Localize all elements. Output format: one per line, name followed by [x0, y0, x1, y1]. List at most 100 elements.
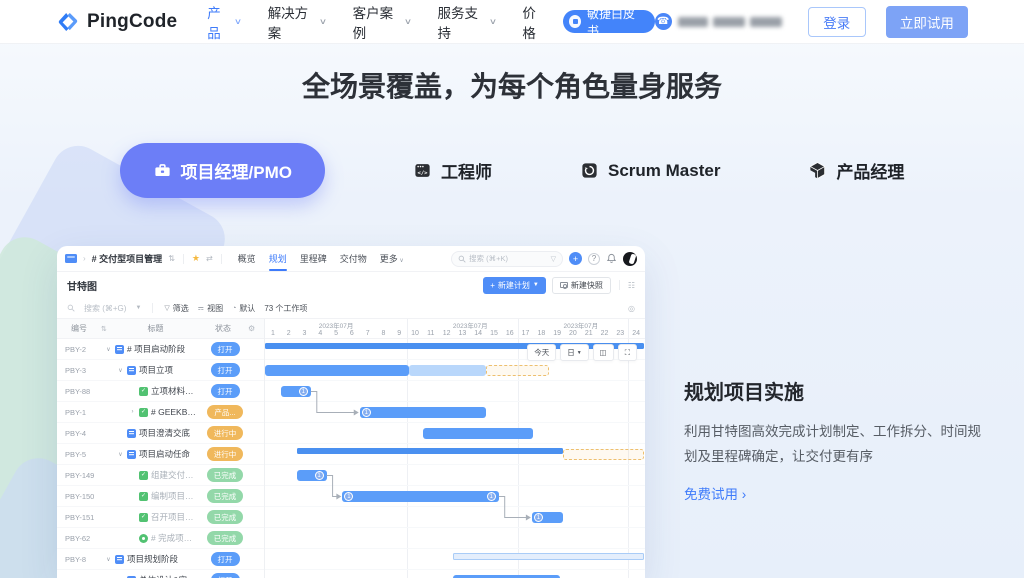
dependency-count-badge[interactable]: 1: [362, 408, 371, 417]
login-button[interactable]: 登录: [808, 7, 866, 37]
status-badge[interactable]: 已完成: [207, 489, 244, 503]
gantt-search-placeholder[interactable]: 搜索 (⌘+G): [84, 303, 126, 314]
tab-product-manager[interactable]: 产品经理: [808, 158, 904, 183]
status-badge[interactable]: 进行中: [207, 447, 244, 461]
breadcrumb-project[interactable]: # 交付型项目管理: [92, 252, 163, 265]
try-now-button[interactable]: 立即试用: [886, 6, 968, 38]
status-badge[interactable]: 已完成: [207, 510, 244, 524]
gantt-bar-light[interactable]: [409, 365, 486, 376]
dependency-count-badge[interactable]: 1: [315, 471, 324, 480]
table-row[interactable]: PBY-5∨项目启动任命进行中: [57, 444, 264, 465]
expand-chevron-icon[interactable]: ∨: [105, 556, 112, 563]
expand-chevron-icon[interactable]: ∨: [117, 451, 124, 458]
table-row[interactable]: PBY-9›总体设计&实施方案（...打开: [57, 570, 264, 578]
dependency-count-badge[interactable]: 1: [299, 387, 308, 396]
switch-project-icon[interactable]: ⇄: [206, 254, 213, 263]
table-row[interactable]: PBY-149组建交付群和工作台已完成: [57, 465, 264, 486]
table-row[interactable]: PBY-62# 完成项目启动阶段...已完成: [57, 528, 264, 549]
nav-item-customer-cases[interactable]: 客户案例∨: [353, 2, 411, 42]
status-badge[interactable]: 已完成: [207, 468, 244, 482]
free-trial-link[interactable]: 免费试用 ›: [684, 483, 746, 503]
dependency-count-badge[interactable]: 1: [487, 492, 496, 501]
default-view-button[interactable]: ◔默认: [232, 303, 255, 314]
work-item-title[interactable]: 召开项目开工会: [151, 511, 200, 523]
status-badge[interactable]: 打开: [211, 573, 240, 578]
nav-item-pricing[interactable]: 价格: [522, 2, 546, 42]
app-tab-overview[interactable]: 概览: [238, 246, 256, 271]
work-item-title[interactable]: 项目立项: [139, 364, 173, 376]
tab-engineer[interactable]: </>工程师: [413, 158, 492, 183]
column-title[interactable]: 标题: [113, 323, 198, 334]
gantt-bar-summary_light[interactable]: [453, 553, 644, 560]
new-snapshot-button[interactable]: 新建快照: [552, 277, 611, 294]
view-button[interactable]: ⚎视图: [198, 303, 223, 314]
lightbulb-icon[interactable]: ◎: [628, 304, 635, 313]
work-item-title[interactable]: # 完成项目启动阶段...: [151, 532, 200, 544]
gear-icon[interactable]: ⚙: [248, 324, 264, 333]
work-item-title[interactable]: 立项材料编辑: [151, 385, 200, 397]
work-item-title[interactable]: 组建交付群和工作台: [151, 469, 200, 481]
work-item-title[interactable]: 项目规划阶段: [127, 553, 178, 565]
app-search-box[interactable]: 搜索 (⌘+K) ▽: [451, 251, 563, 267]
table-row[interactable]: PBY-150编制项目章程已完成: [57, 486, 264, 507]
gantt-bar-solid[interactable]: [265, 365, 409, 376]
notification-bell-icon[interactable]: [606, 253, 617, 264]
today-button[interactable]: 今天: [527, 344, 556, 361]
work-item-title[interactable]: 项目澄清交底: [139, 427, 190, 439]
dependency-count-badge[interactable]: 1: [344, 492, 353, 501]
fullscreen-icon[interactable]: ⛶: [618, 344, 637, 361]
new-plan-button[interactable]: + 新建计划 ▼: [483, 277, 546, 294]
status-badge[interactable]: 进行中: [207, 426, 244, 440]
work-item-title[interactable]: # 项目启动阶段: [127, 343, 185, 355]
table-row[interactable]: PBY-4项目澄清交底进行中: [57, 423, 264, 444]
chevron-down-icon[interactable]: ▼: [135, 305, 141, 311]
zoom-level-button[interactable]: 日▼: [560, 344, 588, 361]
gantt-bar-summary[interactable]: [297, 448, 564, 454]
app-tab-more[interactable]: 更多 ∨: [380, 246, 404, 271]
expand-chevron-icon[interactable]: ›: [129, 409, 136, 415]
column-status[interactable]: 状态: [198, 323, 248, 334]
gantt-bar-solid[interactable]: [423, 428, 534, 439]
gantt-bar-dashed[interactable]: [563, 449, 644, 460]
project-folder-icon[interactable]: [65, 254, 77, 263]
help-icon[interactable]: ?: [588, 253, 600, 265]
filter-button[interactable]: ▽筛选: [164, 303, 188, 314]
app-tab-milestones[interactable]: 里程碑: [300, 246, 327, 271]
status-badge[interactable]: 打开: [211, 384, 240, 398]
list-view-icon[interactable]: ☷: [628, 281, 635, 290]
gantt-bar-solid[interactable]: [360, 407, 486, 418]
status-badge[interactable]: 已完成: [207, 531, 244, 545]
app-tab-planning[interactable]: 规划: [269, 246, 287, 271]
gantt-bar-dashed[interactable]: [486, 365, 549, 376]
tab-pm-pmo[interactable]: 项目经理/PMO: [120, 143, 325, 198]
table-row[interactable]: PBY-2∨# 项目启动阶段打开: [57, 339, 264, 360]
favorite-star-icon[interactable]: ★: [192, 253, 200, 264]
status-badge[interactable]: 打开: [211, 342, 240, 356]
status-badge[interactable]: 产品...: [207, 405, 242, 419]
table-row[interactable]: PBY-8∨项目规划阶段打开: [57, 549, 264, 570]
gantt-bar-solid[interactable]: [342, 491, 498, 502]
nav-item-support[interactable]: 服务支持∨: [438, 2, 496, 42]
status-badge[interactable]: 打开: [211, 363, 240, 377]
expand-chevron-icon[interactable]: ∨: [105, 346, 112, 353]
work-item-title[interactable]: 项目启动任命: [139, 448, 190, 460]
status-badge[interactable]: 打开: [211, 552, 240, 566]
user-avatar[interactable]: [623, 252, 637, 266]
work-item-title[interactable]: # GEEKBOOKS 极...: [151, 406, 200, 418]
brand-logo[interactable]: PingCode: [56, 10, 177, 34]
work-item-title[interactable]: 编制项目章程: [151, 490, 200, 502]
nav-item-solutions[interactable]: 解决方案∨: [268, 2, 326, 42]
filter-funnel-icon[interactable]: ▽: [551, 255, 556, 263]
app-tab-deliverables[interactable]: 交付物: [340, 246, 367, 271]
expand-chevron-icon[interactable]: ∨: [117, 367, 124, 374]
sort-toggle-icon[interactable]: ⇅: [168, 254, 175, 263]
sort-icon[interactable]: ⇅: [101, 325, 113, 333]
table-row[interactable]: PBY-88立项材料编辑打开: [57, 381, 264, 402]
tab-scrum-master[interactable]: Scrum Master: [580, 161, 720, 181]
table-row[interactable]: PBY-1›# GEEKBOOKS 极...产品...: [57, 402, 264, 423]
nav-item-products[interactable]: 产品∨: [207, 2, 240, 42]
column-id[interactable]: 编号: [57, 323, 101, 334]
table-row[interactable]: PBY-151召开项目开工会已完成: [57, 507, 264, 528]
work-item-title[interactable]: 总体设计&实施方案（...: [139, 574, 200, 578]
table-row[interactable]: PBY-3∨项目立项打开: [57, 360, 264, 381]
